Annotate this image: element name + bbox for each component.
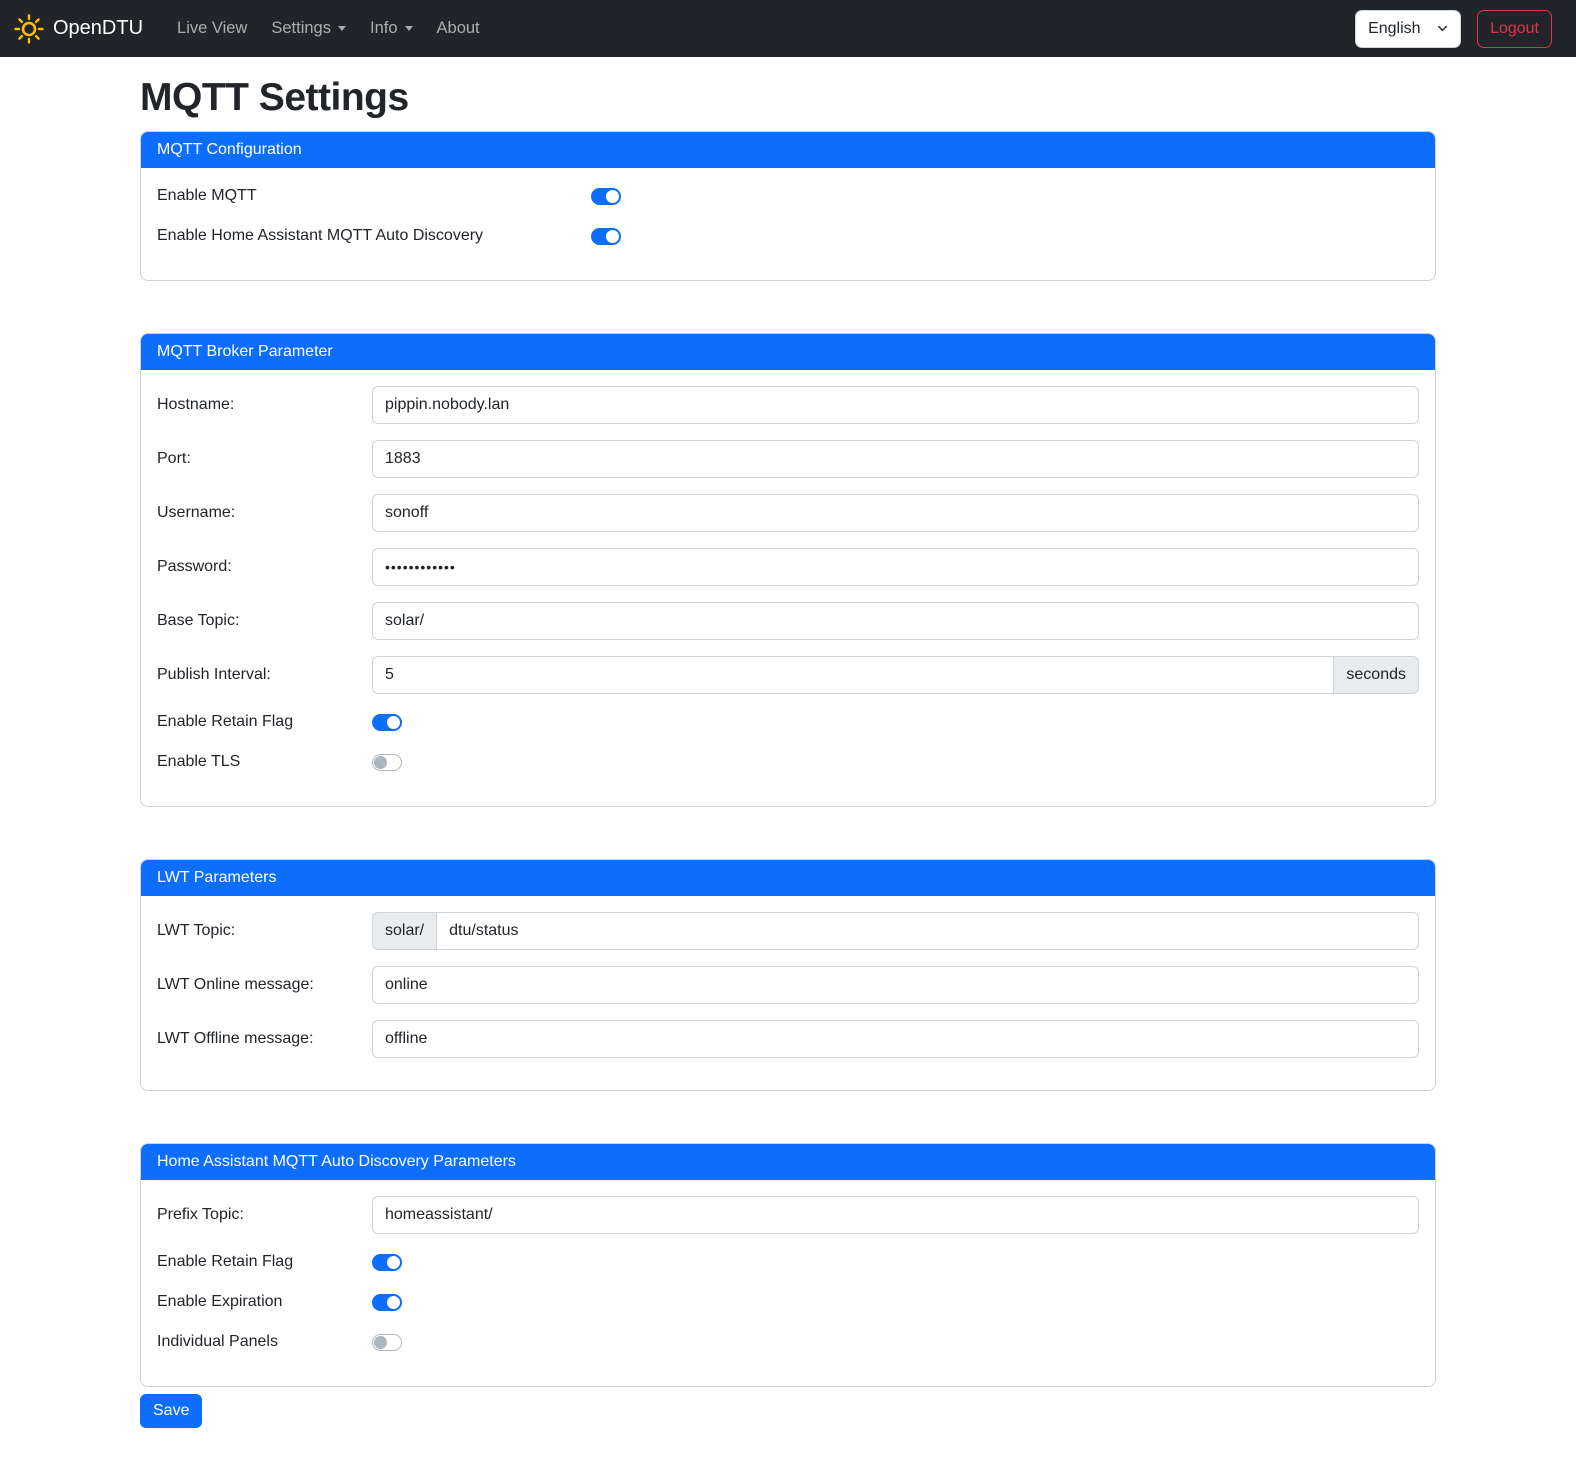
- caret-down-icon: [338, 26, 346, 31]
- lwt-topic-input[interactable]: [436, 912, 1419, 950]
- row-lwt-topic: LWT Topic: solar/: [157, 912, 1419, 950]
- enable-tls-label: Enable TLS: [157, 753, 372, 771]
- enable-mqtt-toggle[interactable]: [591, 188, 621, 205]
- row-password: Password:: [157, 548, 1419, 586]
- nav-item-info[interactable]: Info: [362, 11, 421, 46]
- lwt-offline-input[interactable]: [372, 1020, 1419, 1058]
- publish-interval-input[interactable]: [372, 656, 1334, 694]
- brand-opendtu[interactable]: OpenDTU: [14, 14, 143, 44]
- brand-label: OpenDTU: [53, 17, 143, 40]
- nav-item-label: About: [437, 19, 480, 38]
- prefix-topic-label: Prefix Topic:: [157, 1206, 372, 1224]
- row-lwt-offline: LWT Offline message:: [157, 1020, 1419, 1058]
- nav-item-label: Info: [370, 19, 398, 38]
- nav-item-settings[interactable]: Settings: [263, 11, 354, 46]
- enable-tls-toggle[interactable]: [372, 754, 402, 771]
- card-header: LWT Parameters: [141, 860, 1435, 896]
- toggle-knob: [374, 1336, 387, 1349]
- username-label: Username:: [157, 504, 372, 522]
- row-username: Username:: [157, 494, 1419, 532]
- card-body: Prefix Topic: Enable Retain Flag Enable …: [141, 1180, 1435, 1386]
- row-enable-retain-flag: Enable Retain Flag: [157, 710, 1419, 734]
- row-enable-tls: Enable TLS: [157, 750, 1419, 774]
- card-mqtt-broker-parameter: MQTT Broker Parameter Hostname: Port: Us…: [140, 333, 1436, 807]
- enable-ha-discovery-toggle[interactable]: [591, 228, 621, 245]
- row-publish-interval: Publish Interval: seconds: [157, 656, 1419, 694]
- publish-interval-label: Publish Interval:: [157, 666, 372, 684]
- lwt-online-label: LWT Online message:: [157, 976, 372, 994]
- port-label: Port:: [157, 450, 372, 468]
- row-base-topic: Base Topic:: [157, 602, 1419, 640]
- lwt-topic-group: solar/: [372, 912, 1419, 950]
- enable-retain-flag-toggle[interactable]: [372, 714, 402, 731]
- nav-links: Live View Settings Info About: [169, 11, 1355, 46]
- enable-retain-flag-label: Enable Retain Flag: [157, 713, 372, 731]
- individual-panels-label: Individual Panels: [157, 1333, 372, 1351]
- hostname-label: Hostname:: [157, 396, 372, 414]
- base-topic-label: Base Topic:: [157, 612, 372, 630]
- main-content: MQTT Settings MQTT Configuration Enable …: [128, 76, 1448, 1452]
- lwt-online-input[interactable]: [372, 966, 1419, 1004]
- lwt-offline-label: LWT Offline message:: [157, 1030, 372, 1048]
- row-prefix-topic: Prefix Topic:: [157, 1196, 1419, 1234]
- nav-item-label: Settings: [271, 19, 331, 38]
- card-ha-discovery-parameters: Home Assistant MQTT Auto Discovery Param…: [140, 1143, 1436, 1387]
- prefix-topic-input[interactable]: [372, 1196, 1419, 1234]
- row-enable-expiration: Enable Expiration: [157, 1290, 1419, 1314]
- password-input[interactable]: [372, 548, 1419, 586]
- nav-item-about[interactable]: About: [429, 11, 488, 46]
- save-button[interactable]: Save: [140, 1394, 202, 1428]
- toggle-knob: [387, 716, 400, 729]
- enable-ha-discovery-label: Enable Home Assistant MQTT Auto Discover…: [157, 227, 591, 245]
- ha-enable-retain-flag-label: Enable Retain Flag: [157, 1253, 372, 1271]
- logout-button[interactable]: Logout: [1477, 10, 1552, 48]
- publish-interval-group: seconds: [372, 656, 1419, 694]
- row-lwt-online: LWT Online message:: [157, 966, 1419, 1004]
- row-enable-mqtt: Enable MQTT: [157, 184, 1419, 208]
- toggle-knob: [374, 756, 387, 769]
- enable-mqtt-label: Enable MQTT: [157, 187, 591, 205]
- hostname-input[interactable]: [372, 386, 1419, 424]
- nav-item-label: Live View: [177, 19, 247, 38]
- toggle-knob: [387, 1296, 400, 1309]
- row-ha-enable-retain-flag: Enable Retain Flag: [157, 1250, 1419, 1274]
- chevron-down-icon: [1437, 23, 1448, 34]
- nav-item-live-view[interactable]: Live View: [169, 11, 255, 46]
- password-label: Password:: [157, 558, 372, 576]
- card-body: LWT Topic: solar/ LWT Online message: LW…: [141, 896, 1435, 1090]
- ha-enable-retain-flag-toggle[interactable]: [372, 1254, 402, 1271]
- card-body: Enable MQTT Enable Home Assistant MQTT A…: [141, 168, 1435, 280]
- lwt-topic-prefix: solar/: [372, 912, 436, 950]
- sun-icon: [14, 14, 44, 44]
- language-select[interactable]: English: [1355, 10, 1461, 48]
- card-body: Hostname: Port: Username: Password: Base…: [141, 370, 1435, 806]
- row-port: Port:: [157, 440, 1419, 478]
- row-hostname: Hostname:: [157, 386, 1419, 424]
- row-enable-ha-discovery: Enable Home Assistant MQTT Auto Discover…: [157, 224, 1419, 248]
- row-individual-panels: Individual Panels: [157, 1330, 1419, 1354]
- toggle-knob: [606, 190, 619, 203]
- card-header: MQTT Broker Parameter: [141, 334, 1435, 370]
- card-mqtt-configuration: MQTT Configuration Enable MQTT Enable Ho…: [140, 131, 1436, 281]
- port-input[interactable]: [372, 440, 1419, 478]
- toggle-knob: [606, 230, 619, 243]
- toggle-knob: [387, 1256, 400, 1269]
- base-topic-input[interactable]: [372, 602, 1419, 640]
- publish-interval-unit: seconds: [1334, 656, 1419, 694]
- card-header: Home Assistant MQTT Auto Discovery Param…: [141, 1144, 1435, 1180]
- language-select-value: English: [1368, 20, 1420, 38]
- card-header: MQTT Configuration: [141, 132, 1435, 168]
- caret-down-icon: [405, 26, 413, 31]
- top-navbar: OpenDTU Live View Settings Info About En…: [0, 0, 1576, 57]
- lwt-topic-label: LWT Topic:: [157, 922, 372, 940]
- navbar-right: English Logout: [1355, 10, 1552, 48]
- individual-panels-toggle[interactable]: [372, 1334, 402, 1351]
- enable-expiration-toggle[interactable]: [372, 1294, 402, 1311]
- enable-expiration-label: Enable Expiration: [157, 1293, 372, 1311]
- card-lwt-parameters: LWT Parameters LWT Topic: solar/ LWT Onl…: [140, 859, 1436, 1091]
- username-input[interactable]: [372, 494, 1419, 532]
- page-title: MQTT Settings: [140, 76, 1436, 120]
